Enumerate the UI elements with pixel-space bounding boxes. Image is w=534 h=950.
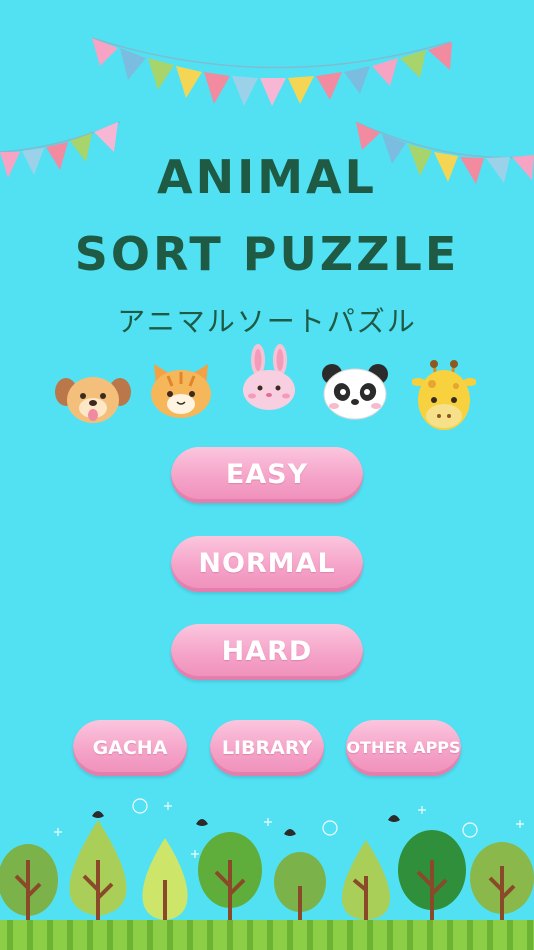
giraffe-icon xyxy=(412,360,476,430)
hard-button[interactable]: HARD xyxy=(171,624,363,680)
forest-scenery xyxy=(0,798,534,950)
library-button[interactable]: LIBRARY xyxy=(210,720,324,776)
cat-icon xyxy=(151,364,211,418)
rabbit-icon xyxy=(243,344,295,410)
title-line-2: SORT PUZZLE xyxy=(74,227,460,281)
subtitle-japanese: アニマルソートパズル xyxy=(117,305,417,338)
bird-icon xyxy=(92,811,400,836)
dog-icon xyxy=(55,377,131,423)
gacha-button[interactable]: GACHA xyxy=(73,720,187,776)
panda-icon xyxy=(322,364,388,420)
title-line-1: ANIMAL xyxy=(157,150,377,204)
other-apps-button[interactable]: OTHER APPS xyxy=(346,720,461,776)
easy-button[interactable]: EASY xyxy=(171,447,363,503)
normal-button[interactable]: NORMAL xyxy=(171,536,363,592)
